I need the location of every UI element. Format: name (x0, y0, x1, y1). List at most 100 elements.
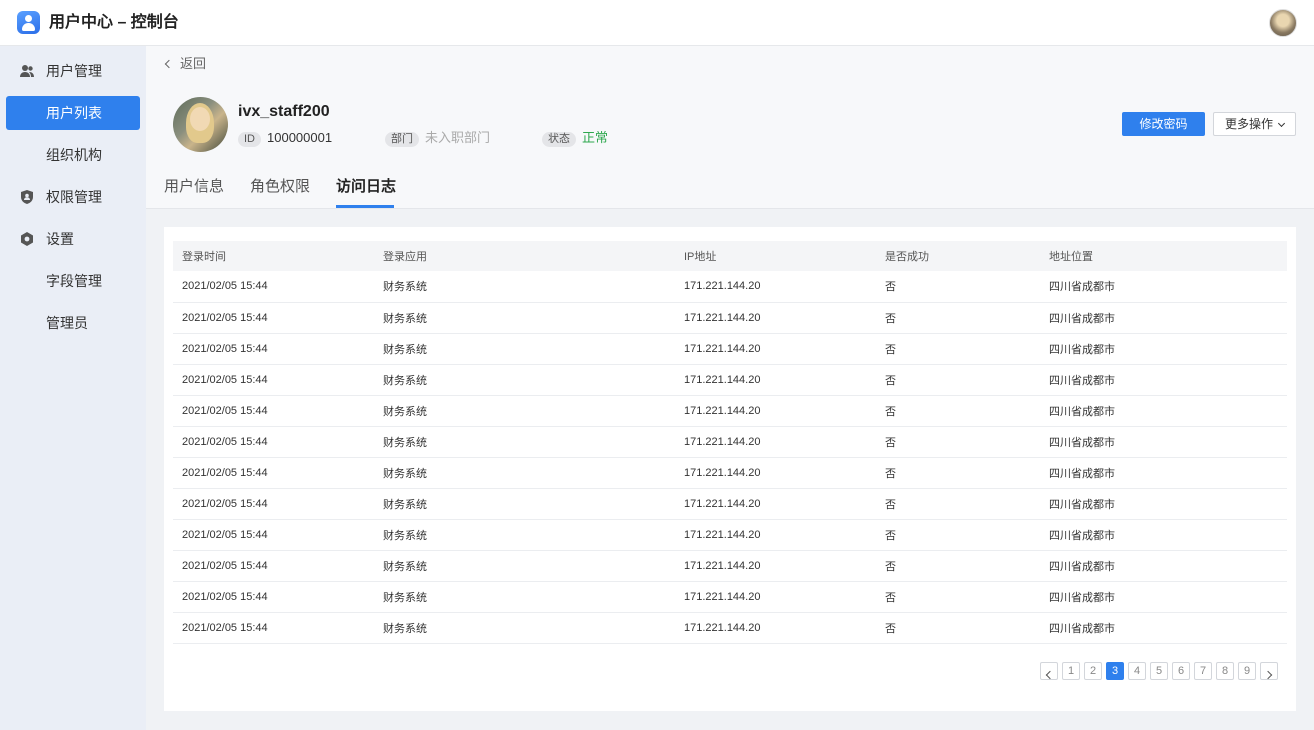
table-row: 2021/02/05 15:44 财务系统 171.221.144.20 否四川省成都… (173, 426, 1287, 458)
tab-role-permissions[interactable]: 角色权限 (250, 177, 310, 197)
id-tag: ID (238, 132, 261, 147)
table-cell: 四川省成都市 (1040, 271, 1287, 303)
next-page-button[interactable] (1260, 662, 1278, 680)
tab-user-info[interactable]: 用户信息 (164, 177, 224, 197)
table-cell: 171.221.144.20 (675, 364, 876, 396)
table-cell: 否 (876, 302, 1040, 334)
table-cell: 2021/02/05 15:44 (173, 395, 374, 427)
page-button[interactable]: 7 (1194, 662, 1212, 680)
table-cell: 财务系统 (374, 550, 675, 582)
access-log-card: 登录时间 登录应用 IP地址 是否成功 地址位置 2021/02/05 15:4… (164, 227, 1296, 711)
page-button[interactable]: 5 (1150, 662, 1168, 680)
change-password-button[interactable]: 修改密码 (1122, 112, 1205, 136)
page-button[interactable]: 3 (1106, 662, 1124, 680)
sidebar-item-organization[interactable]: 组织机构 (0, 138, 146, 172)
dept-value: 未入职部门 (425, 130, 491, 145)
sidebar-item-user-list[interactable]: 用户列表 (6, 96, 140, 130)
more-actions-button[interactable]: 更多操作 (1213, 112, 1296, 136)
table-cell: 财务系统 (374, 457, 675, 489)
table-cell: 171.221.144.20 (675, 519, 876, 551)
table-row: 2021/02/05 15:44 财务系统 171.221.144.20 否四川省成都… (173, 302, 1287, 334)
username: ivx_staff200 (238, 103, 330, 120)
sidebar-item-fields[interactable]: 字段管理 (0, 264, 146, 298)
page-button[interactable]: 4 (1128, 662, 1146, 680)
page-button[interactable]: 8 (1216, 662, 1234, 680)
table-cell: 171.221.144.20 (675, 457, 876, 489)
sidebar-item-admins[interactable]: 管理员 (0, 306, 146, 340)
table-cell: 171.221.144.20 (675, 333, 876, 365)
status-tag: 状态 (542, 132, 576, 147)
sidebar: 用户管理 用户列表 组织机构 权限管理 设置 字段管理 管理员 (0, 46, 146, 730)
user-header: 返回 ivx_staff200 ID 100000001 部门 未入职部门 状态 正常… (146, 46, 1314, 209)
table-cell: 2021/02/05 15:44 (173, 426, 374, 458)
sidebar-item-permissions[interactable]: 权限管理 (0, 180, 146, 214)
table-cell: 四川省成都市 (1040, 364, 1287, 396)
page-button[interactable]: 9 (1238, 662, 1256, 680)
page-button[interactable]: 2 (1084, 662, 1102, 680)
table-cell: 171.221.144.20 (675, 426, 876, 458)
access-log-table: 登录时间 登录应用 IP地址 是否成功 地址位置 2021/02/05 15:4… (173, 241, 1287, 644)
chevron-right-icon (1263, 670, 1273, 680)
top-bar: 用户中心 – 控制台 (0, 0, 1314, 46)
table-cell: 否 (876, 581, 1040, 613)
id-value: 100000001 (267, 130, 333, 145)
table-cell: 财务系统 (374, 581, 675, 613)
user-id: ID 100000001 (238, 130, 332, 147)
column-header: 是否成功 (876, 241, 1040, 271)
table-cell: 171.221.144.20 (675, 581, 876, 613)
current-user-avatar[interactable] (1269, 9, 1297, 37)
sidebar-item-label: 权限管理 (46, 189, 102, 205)
table-cell: 否 (876, 519, 1040, 551)
chevron-left-icon (164, 59, 174, 69)
table-cell: 四川省成都市 (1040, 395, 1287, 427)
table-cell: 财务系统 (374, 519, 675, 551)
table-cell: 四川省成都市 (1040, 488, 1287, 520)
sidebar-item-user-management[interactable]: 用户管理 (0, 54, 146, 88)
chevron-left-icon (1045, 670, 1055, 680)
prev-page-button[interactable] (1040, 662, 1058, 680)
users-icon (20, 65, 34, 77)
table-cell: 四川省成都市 (1040, 426, 1287, 458)
table-cell: 2021/02/05 15:44 (173, 364, 374, 396)
column-header: 地址位置 (1040, 241, 1287, 271)
table-cell: 四川省成都市 (1040, 302, 1287, 334)
table-cell: 四川省成都市 (1040, 550, 1287, 582)
chevron-down-icon (1277, 119, 1286, 128)
table-cell: 2021/02/05 15:44 (173, 302, 374, 334)
table-cell: 四川省成都市 (1040, 333, 1287, 365)
dept-tag: 部门 (385, 132, 419, 147)
table-cell: 否 (876, 333, 1040, 365)
column-header: IP地址 (675, 241, 876, 271)
avatar (173, 97, 228, 152)
table-cell: 2021/02/05 15:44 (173, 519, 374, 551)
sidebar-item-label: 组织机构 (46, 147, 102, 163)
user-app-icon (17, 11, 40, 34)
tab-access-log[interactable]: 访问日志 (336, 177, 396, 197)
table-row: 2021/02/05 15:44 财务系统 171.221.144.20 否四川省成都… (173, 488, 1287, 520)
table-cell: 171.221.144.20 (675, 550, 876, 582)
column-header: 登录应用 (374, 241, 675, 271)
page-button[interactable]: 6 (1172, 662, 1190, 680)
table-cell: 否 (876, 395, 1040, 427)
table-cell: 四川省成都市 (1040, 519, 1287, 551)
table-cell: 否 (876, 612, 1040, 644)
app-title: 用户中心 – 控制台 (49, 14, 179, 31)
table-row: 2021/02/05 15:44 财务系统 171.221.144.20 否四川省成都… (173, 519, 1287, 551)
sidebar-item-label: 用户列表 (46, 105, 102, 121)
table-cell: 171.221.144.20 (675, 271, 876, 303)
pagination: 123456789 (1040, 662, 1282, 680)
page-button[interactable]: 1 (1062, 662, 1080, 680)
table-cell: 2021/02/05 15:44 (173, 488, 374, 520)
sidebar-item-label: 设置 (46, 231, 74, 247)
status-value: 正常 (582, 130, 609, 145)
table-cell: 171.221.144.20 (675, 612, 876, 644)
sidebar-item-settings[interactable]: 设置 (0, 222, 146, 256)
table-cell: 2021/02/05 15:44 (173, 550, 374, 582)
table-row: 2021/02/05 15:44 财务系统 171.221.144.20 否四川省成都… (173, 550, 1287, 582)
active-tab-indicator (336, 205, 394, 208)
table-cell: 171.221.144.20 (675, 395, 876, 427)
back-link[interactable]: 返回 (164, 55, 206, 73)
table-cell: 四川省成都市 (1040, 581, 1287, 613)
table-cell: 171.221.144.20 (675, 488, 876, 520)
table-cell: 财务系统 (374, 426, 675, 458)
